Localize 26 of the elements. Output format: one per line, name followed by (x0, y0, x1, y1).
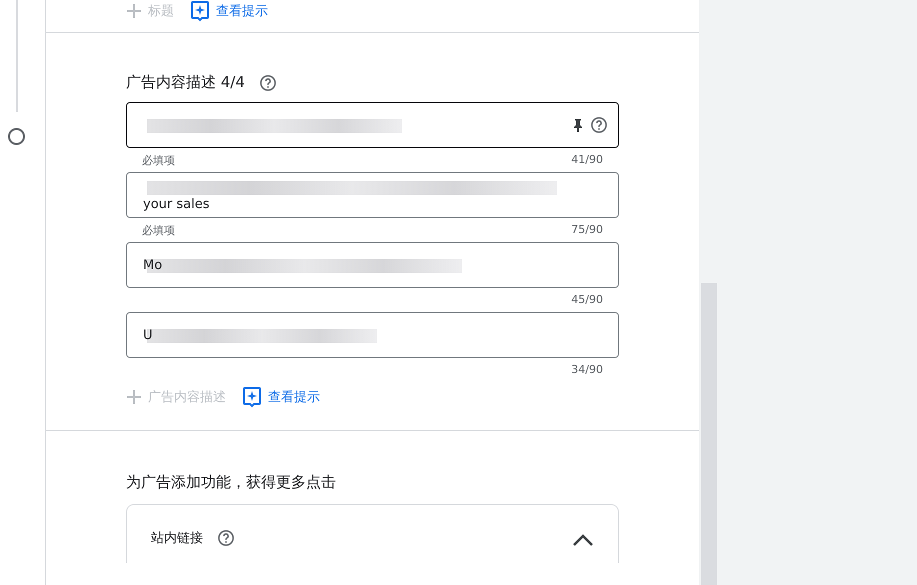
section-title: 广告内容描述 4/4 (126, 73, 245, 92)
view-hints-link[interactable]: 查看提示 (190, 0, 268, 22)
char-count: 45/90 (571, 293, 603, 308)
view-hints-link[interactable]: 查看提示 (242, 386, 320, 408)
card-title: 站内链接 (151, 530, 203, 547)
char-count: 34/90 (571, 363, 603, 378)
char-count: 41/90 (571, 153, 603, 168)
chevron-up-icon[interactable] (572, 533, 594, 547)
description-input[interactable]: U (126, 312, 619, 358)
help-icon[interactable] (258, 74, 277, 92)
helper-text: 必填项 (142, 153, 175, 169)
input-text: your sales (143, 196, 210, 212)
section-title: 为广告添加功能，获得更多点击 (126, 473, 337, 492)
char-count: 75/90 (571, 223, 603, 238)
description-input[interactable] (126, 102, 619, 148)
description-input[interactable]: your sales (126, 172, 619, 218)
helper-text: 必填项 (142, 223, 175, 239)
plus-icon (126, 3, 142, 19)
pin-icon[interactable] (572, 118, 584, 132)
step-circle (8, 128, 25, 145)
description-input[interactable]: Mo (126, 242, 619, 288)
input-text: U (143, 328, 153, 342)
field-help-icon[interactable] (590, 116, 608, 134)
plus-icon (126, 389, 142, 405)
input-text: Mo (143, 258, 162, 272)
help-icon[interactable] (217, 529, 235, 547)
